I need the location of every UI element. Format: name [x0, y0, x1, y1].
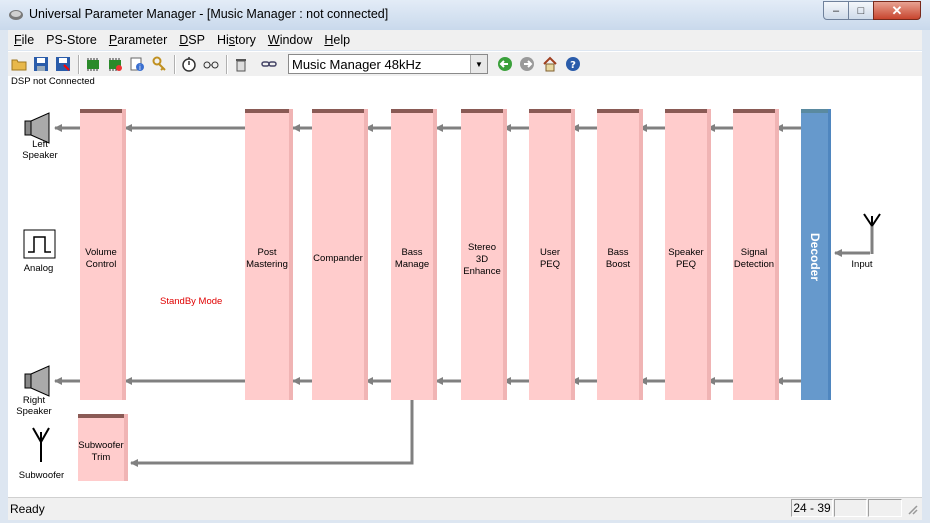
status-pane-2 [834, 499, 867, 517]
block-bass-manage[interactable]: Bass Manage [391, 109, 437, 400]
link-icon[interactable] [261, 56, 277, 72]
save-as-icon[interactable] [55, 56, 71, 72]
block-bass-boost-label: Bass Boost [605, 247, 631, 270]
toolbar-separator [174, 55, 176, 74]
status-text: Ready [10, 502, 45, 516]
svg-text:i: i [139, 64, 141, 72]
right-speaker-icon [24, 365, 50, 397]
resize-grip-icon[interactable] [906, 503, 918, 515]
toolbar-separator [78, 55, 80, 74]
menu-ps-store-accel: P [46, 33, 55, 47]
app-window: Universal Parameter Manager - [Music Man… [0, 0, 930, 523]
save-icon[interactable] [33, 56, 49, 72]
menu-file-label: ile [21, 33, 35, 47]
analog-label: Analog [23, 263, 54, 274]
block-decoder[interactable]: Decoder [801, 109, 831, 400]
right-speaker-label: Right Speaker [16, 395, 52, 417]
subwoofer-label: Subwoofer [18, 470, 65, 481]
menu-window-accel: W [267, 33, 280, 47]
back-icon[interactable] [497, 56, 513, 72]
delete-icon[interactable] [233, 56, 249, 72]
left-speaker-label: Left Speaker [22, 139, 58, 161]
menu-parameter-accel: P [108, 33, 118, 47]
info-icon[interactable]: i [129, 56, 145, 72]
minimize-icon: – [832, 4, 840, 17]
block-user-peq[interactable]: User PEQ [529, 109, 575, 400]
subwoofer-antenna-icon [32, 427, 50, 462]
keys-icon[interactable] [151, 56, 167, 72]
menu-history[interactable]: History [211, 33, 262, 47]
block-bass-boost[interactable]: Bass Boost [597, 109, 643, 400]
menu-window[interactable]: Window [262, 33, 318, 47]
menu-file-accel: F [14, 33, 22, 47]
chip-read-icon[interactable] [85, 56, 101, 72]
block-signal-detection[interactable]: Signal Detection [733, 109, 779, 400]
stopwatch-icon[interactable] [181, 56, 197, 72]
status-pane-3 [868, 499, 902, 517]
menu-help-label: elp [333, 33, 351, 47]
menu-file[interactable]: File [8, 33, 40, 47]
preset-select[interactable]: Music Manager 48kHz ▼ [288, 54, 488, 74]
menu-dsp-label: SP [188, 33, 205, 47]
block-subwoofer-trim[interactable]: Subwoofer Trim [78, 414, 128, 481]
chevron-down-icon[interactable]: ▼ [470, 55, 487, 73]
maximize-button[interactable]: □ [848, 1, 874, 20]
menu-window-label: indow [279, 33, 313, 47]
maximize-icon: □ [857, 4, 865, 17]
menu-bar: File PS-Store Parameter DSP History Wind… [8, 30, 922, 50]
block-decoder-label: Decoder [807, 232, 822, 281]
block-volume-control[interactable]: Volume Control [80, 109, 126, 400]
block-speaker-peq-label: Speaker PEQ [668, 247, 704, 270]
standby-status: StandBy Mode [160, 296, 223, 307]
menu-parameter-label: arameter [117, 33, 168, 47]
menu-dsp[interactable]: DSP [173, 33, 211, 47]
block-stereo-3d-enhance-label: Stereo 3D Enhance [463, 242, 501, 277]
block-post-mastering-label: Post Mastering [246, 247, 288, 270]
analog-wave-icon [23, 229, 56, 259]
menu-history-post: tory [235, 33, 256, 47]
minimize-button[interactable]: – [823, 1, 849, 20]
chip-write-icon[interactable] [107, 56, 123, 72]
app-icon [9, 10, 23, 20]
open-folder-icon[interactable] [11, 56, 27, 72]
block-speaker-peq[interactable]: Speaker PEQ [665, 109, 711, 400]
close-icon: ✕ [891, 2, 903, 18]
toolbar: i Music Manager 48kHz ▼ ? [8, 51, 922, 78]
help-icon[interactable]: ? [565, 56, 581, 72]
menu-ps-store-label: S-Store [54, 33, 97, 47]
block-stereo-3d-enhance[interactable]: Stereo 3D Enhance [461, 109, 507, 400]
block-compander-label: Compander [313, 253, 363, 264]
menu-ps-store[interactable]: PS-Store [40, 33, 103, 47]
block-user-peq-label: User PEQ [539, 247, 561, 270]
menu-history-pre: Hi [216, 33, 229, 47]
menu-parameter[interactable]: Parameter [103, 33, 173, 47]
status-bar: Ready 24 - 39 [8, 497, 922, 520]
window-title: Universal Parameter Manager - [Music Man… [29, 7, 389, 21]
glasses-icon[interactable] [203, 56, 219, 72]
forward-icon[interactable] [519, 56, 535, 72]
toolbar-separator [226, 55, 228, 74]
svg-text:?: ? [570, 60, 576, 71]
block-volume-control-label: Volume Control [85, 247, 117, 270]
signal-flow-canvas[interactable]: DSP not Connected Volume Control Post Ma… [8, 76, 922, 497]
block-bass-manage-label: Bass Manage [394, 247, 430, 270]
block-post-mastering[interactable]: Post Mastering [245, 109, 293, 400]
home-icon[interactable] [542, 56, 558, 72]
menu-dsp-accel: D [179, 33, 189, 47]
block-compander[interactable]: Compander [312, 109, 368, 400]
input-label: Input [851, 259, 873, 270]
close-button[interactable]: ✕ [873, 1, 921, 20]
block-subwoofer-trim-label: Subwoofer Trim [78, 440, 124, 463]
preset-select-value: Music Manager 48kHz [292, 57, 422, 72]
input-antenna-icon [863, 213, 881, 227]
block-signal-detection-label: Signal Detection [733, 247, 775, 270]
status-position: 24 - 39 [791, 499, 833, 517]
menu-help[interactable]: Help [318, 33, 356, 47]
title-bar[interactable]: Universal Parameter Manager - [Music Man… [0, 0, 930, 30]
